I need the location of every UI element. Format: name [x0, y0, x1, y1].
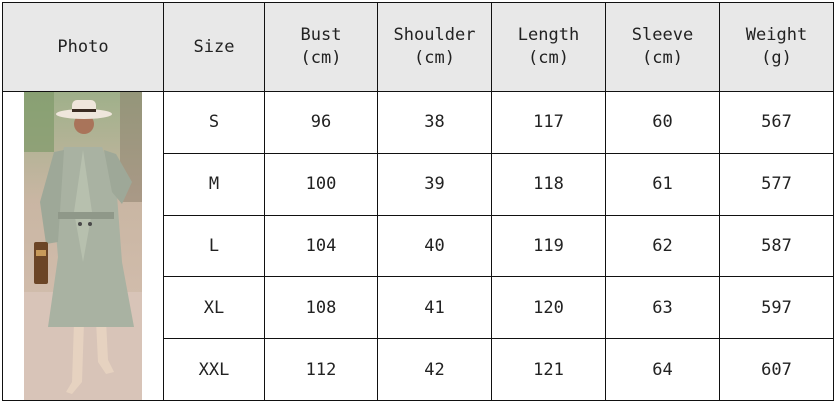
header-bust: Bust (cm) [264, 2, 378, 92]
header-photo: Photo [2, 2, 164, 92]
cell-sleeve: 61 [605, 152, 720, 216]
cell-size: M [163, 152, 265, 216]
cell-length: 121 [491, 338, 606, 401]
cell-weight: 567 [719, 91, 834, 154]
header-length: Length (cm) [491, 2, 606, 92]
header-label: Photo [57, 36, 109, 57]
header-unit: (cm) [528, 48, 569, 68]
header-label: Bust [300, 25, 342, 45]
cell-size: XXL [163, 338, 265, 401]
cell-bust: 108 [264, 276, 378, 340]
header-unit: (cm) [300, 48, 342, 68]
cell-shoulder: 39 [377, 152, 492, 216]
header-unit: (cm) [414, 48, 455, 68]
cell-weight: 597 [719, 276, 834, 340]
cell-bust: 100 [264, 152, 378, 216]
header-weight: Weight (g) [719, 2, 834, 92]
model-in-trench-coat-image [24, 92, 142, 400]
cell-sleeve: 62 [605, 214, 720, 278]
product-photo-cell [2, 91, 164, 401]
header-shoulder: Shoulder (cm) [377, 2, 492, 92]
cell-shoulder: 38 [377, 91, 492, 154]
cell-length: 120 [491, 276, 606, 340]
cell-shoulder: 42 [377, 338, 492, 401]
cell-bust: 112 [264, 338, 378, 401]
header-unit: (g) [761, 48, 792, 68]
cell-weight: 587 [719, 214, 834, 278]
cell-size: S [163, 91, 265, 154]
cell-length: 119 [491, 214, 606, 278]
cell-bust: 104 [264, 214, 378, 278]
cell-size: L [163, 214, 265, 278]
product-photo [24, 92, 142, 400]
header-label: Length [517, 25, 580, 45]
header-label: Size [193, 36, 235, 57]
cell-shoulder: 40 [377, 214, 492, 278]
cell-size: XL [163, 276, 265, 340]
header-sleeve: Sleeve (cm) [605, 2, 720, 92]
header-label: Weight [745, 25, 808, 45]
cell-weight: 607 [719, 338, 834, 401]
cell-length: 118 [491, 152, 606, 216]
header-size: Size [163, 2, 265, 92]
cell-sleeve: 60 [605, 91, 720, 154]
cell-weight: 577 [719, 152, 834, 216]
cell-shoulder: 41 [377, 276, 492, 340]
header-label: Shoulder [393, 25, 476, 45]
header-label: Sleeve [631, 25, 694, 45]
header-row: Photo Size Bust (cm) Shoulder (cm) Lengt… [2, 2, 834, 92]
table-row: S 96 38 117 60 567 [2, 91, 834, 401]
cell-sleeve: 64 [605, 338, 720, 401]
cell-bust: 96 [264, 91, 378, 154]
cell-length: 117 [491, 91, 606, 154]
size-chart-table: Photo Size Bust (cm) Shoulder (cm) Lengt… [2, 2, 834, 401]
cell-sleeve: 63 [605, 276, 720, 340]
header-unit: (cm) [642, 48, 683, 68]
